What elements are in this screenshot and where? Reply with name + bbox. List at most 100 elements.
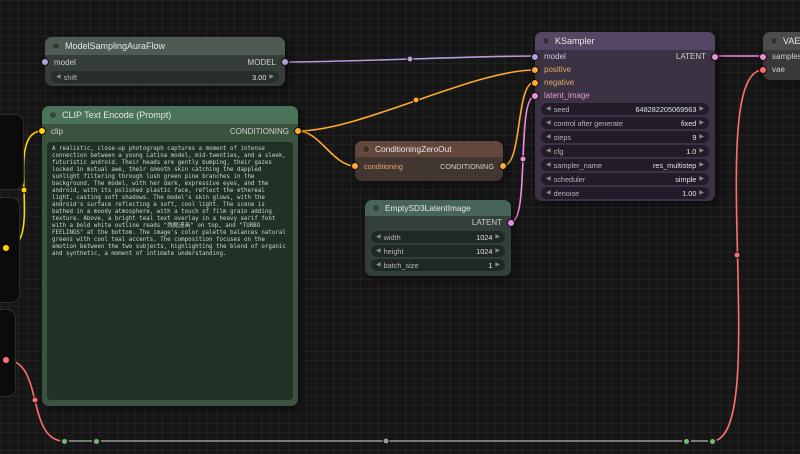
offscreen-node[interactable] [0, 114, 24, 190]
decrement-arrow[interactable]: ◀ [376, 262, 381, 268]
conditioning-zeroout-link [298, 131, 355, 166]
node-clip-text-encode[interactable]: CLIP Text Encode (Prompt) clip CONDITION… [42, 106, 298, 406]
node-header[interactable]: ModelSamplingAuraFlow [45, 37, 285, 55]
reroute-node[interactable] [682, 437, 691, 446]
node-header[interactable]: CLIP Text Encode (Prompt) [42, 106, 298, 124]
latent-image-input-port[interactable] [531, 92, 539, 100]
port-label: LATENT [676, 52, 706, 61]
control-after-generate-widget[interactable]: ◀ control after generate fixed ▶ [541, 117, 709, 129]
increment-arrow[interactable]: ▶ [699, 190, 704, 196]
model-input-port[interactable] [41, 58, 49, 66]
node-header[interactable]: EmptySD3LatentImage [365, 200, 511, 216]
reroute-node[interactable] [60, 437, 69, 446]
widget-label: cfg [554, 147, 564, 156]
node-header[interactable]: VAE [763, 32, 800, 50]
port-label: vae [772, 65, 785, 74]
decrement-arrow[interactable]: ◀ [376, 248, 381, 254]
widget-label: steps [554, 133, 571, 142]
increment-arrow[interactable]: ▶ [699, 134, 704, 140]
collapse-toggle-icon[interactable] [542, 37, 550, 45]
denoise-widget[interactable]: ◀ denoise 1.00 ▶ [541, 187, 709, 199]
positive-input-port[interactable] [531, 66, 539, 74]
prompt-textarea[interactable]: A realistic, close-up photograph capture… [47, 142, 293, 400]
decrement-arrow[interactable]: ◀ [546, 176, 551, 182]
batch-size-widget[interactable]: ◀ batch_size 1 ▶ [371, 259, 505, 271]
latent-output-port[interactable] [507, 219, 515, 227]
increment-arrow[interactable]: ▶ [699, 162, 704, 168]
node-header[interactable]: ConditioningZeroOut [355, 141, 503, 157]
decrement-arrow[interactable]: ◀ [546, 148, 551, 154]
decrement-arrow[interactable]: ◀ [546, 190, 551, 196]
widget-value: res_multistep [653, 161, 696, 170]
widget-value: 3.00 [252, 73, 266, 82]
widget-label: height [384, 247, 404, 256]
negative-input-port[interactable] [531, 79, 539, 87]
port-label: CONDITIONING [440, 162, 494, 171]
port-label: clip [51, 127, 63, 136]
node-empty-sd3-latent-image[interactable]: EmptySD3LatentImage LATENT ◀ width 1024 … [365, 200, 511, 276]
samples-input-port[interactable] [759, 53, 767, 61]
model-link-midpoint-dot [407, 56, 413, 62]
conditioning-link-midpoint-dot [413, 97, 419, 103]
increment-arrow[interactable]: ▶ [699, 148, 704, 154]
collapse-toggle-icon[interactable] [49, 111, 57, 119]
model-input-port[interactable] [531, 53, 539, 61]
node-title: KSampler [555, 36, 595, 46]
offscreen-node[interactable] [0, 309, 16, 397]
node-conditioning-zero-out[interactable]: ConditioningZeroOut conditioning CONDITI… [355, 141, 503, 181]
increment-arrow[interactable]: ▶ [699, 120, 704, 126]
reroute-node[interactable] [92, 437, 101, 446]
sampler-name-widget[interactable]: ◀ sampler_name res_multistep ▶ [541, 159, 709, 171]
node-vae-decode[interactable]: VAE samples vae [763, 32, 800, 80]
widget-value: simple [675, 175, 696, 184]
conditioning-input-port[interactable] [351, 162, 359, 170]
port-label: positive [544, 65, 571, 74]
decrement-arrow[interactable]: ◀ [546, 134, 551, 140]
vae-output-port[interactable] [2, 356, 10, 364]
conditioning-output-port[interactable] [294, 127, 302, 135]
vae-link-midpoint-dot [734, 252, 740, 258]
collapse-toggle-icon[interactable] [52, 42, 60, 50]
collapse-toggle-icon[interactable] [362, 145, 370, 153]
clip-output-port[interactable] [2, 244, 10, 252]
widget-value: 9 [692, 133, 696, 142]
model-output-port[interactable] [281, 58, 289, 66]
widget-label: denoise [554, 189, 580, 198]
shift-widget[interactable]: ◀ shift 3.00 ▶ [51, 71, 279, 83]
increment-arrow[interactable]: ▶ [699, 176, 704, 182]
node-graph-canvas[interactable]: ModelSamplingAuraFlow model MODEL ◀ shif… [0, 0, 800, 454]
scheduler-widget[interactable]: ◀ scheduler simple ▶ [541, 173, 709, 185]
node-header[interactable]: KSampler [535, 32, 715, 50]
decrement-arrow[interactable]: ◀ [376, 234, 381, 240]
increment-arrow[interactable]: ▶ [495, 234, 500, 240]
decrement-arrow[interactable]: ◀ [546, 120, 551, 126]
increment-arrow[interactable]: ▶ [699, 106, 704, 112]
port-label: conditioning [364, 162, 403, 171]
increment-arrow[interactable]: ▶ [269, 74, 274, 80]
latent-output-port[interactable] [711, 53, 719, 61]
height-widget[interactable]: ◀ height 1024 ▶ [371, 245, 505, 257]
increment-arrow[interactable]: ▶ [495, 248, 500, 254]
vae-input-port[interactable] [759, 66, 767, 74]
port-label: samples [772, 52, 800, 61]
clip-input-port[interactable] [38, 127, 46, 135]
node-ksampler[interactable]: KSampler model LATENT positive negative … [535, 32, 715, 201]
latent-link-midpoint-dot [520, 156, 526, 162]
width-widget[interactable]: ◀ width 1024 ▶ [371, 231, 505, 243]
steps-widget[interactable]: ◀ steps 9 ▶ [541, 131, 709, 143]
collapse-toggle-icon[interactable] [770, 37, 778, 45]
widget-label: sampler_name [554, 161, 602, 170]
decrement-arrow[interactable]: ◀ [546, 162, 551, 168]
increment-arrow[interactable]: ▶ [495, 262, 500, 268]
widget-label: scheduler [554, 175, 586, 184]
cfg-widget[interactable]: ◀ cfg 1.0 ▶ [541, 145, 709, 157]
port-label: negative [544, 78, 574, 87]
widget-label: seed [554, 105, 570, 114]
decrement-arrow[interactable]: ◀ [546, 106, 551, 112]
seed-widget[interactable]: ◀ seed 648282205069563 ▶ [541, 103, 709, 115]
collapse-toggle-icon[interactable] [372, 204, 380, 212]
decrement-arrow[interactable]: ◀ [56, 74, 61, 80]
reroute-node[interactable] [708, 437, 717, 446]
node-model-sampling-auraflow[interactable]: ModelSamplingAuraFlow model MODEL ◀ shif… [45, 37, 285, 86]
conditioning-output-port[interactable] [499, 162, 507, 170]
